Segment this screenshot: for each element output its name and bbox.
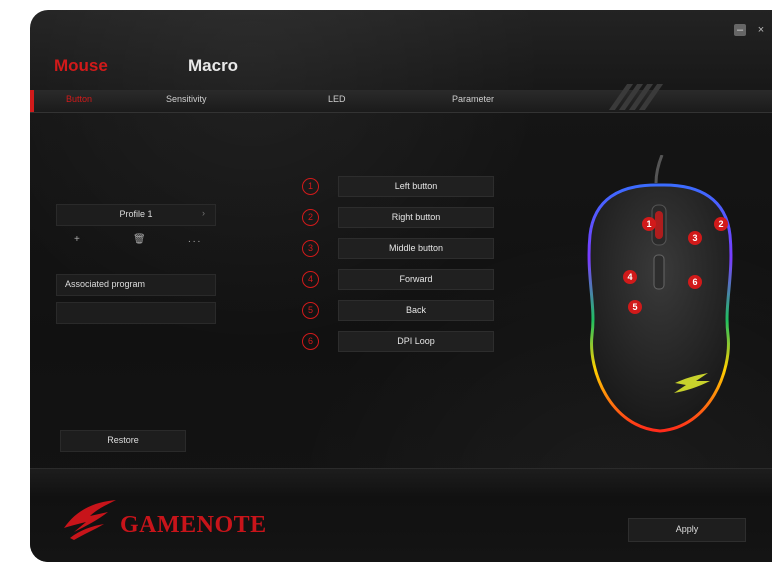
- subtab-led[interactable]: LED: [328, 94, 346, 104]
- delete-icon[interactable]: 🗑: [133, 234, 146, 245]
- mouse-icon: [587, 154, 733, 433]
- more-options-button[interactable]: ...: [188, 234, 202, 245]
- tab-mouse[interactable]: Mouse: [54, 56, 108, 76]
- button-number-6: 6: [302, 333, 319, 350]
- subtab-bar: Button Sensitivity LED Parameter: [30, 90, 772, 113]
- mouse-badge-6: 6: [688, 275, 702, 289]
- associated-program-button[interactable]: Associated program: [56, 274, 216, 296]
- tab-macro[interactable]: Macro: [188, 56, 238, 76]
- button-number-1: 1: [302, 178, 319, 195]
- associated-program-label: Associated program: [65, 279, 146, 289]
- subtab-sensitivity[interactable]: Sensitivity: [166, 94, 207, 104]
- button-assign-4[interactable]: Forward: [338, 269, 494, 290]
- button-assign-3[interactable]: Middle button: [338, 238, 494, 259]
- button-assign-2[interactable]: Right button: [338, 207, 494, 228]
- profile-select[interactable]: Profile 1 ›: [56, 204, 216, 226]
- profile-name: Profile 1: [119, 209, 153, 219]
- button-assign-label: Right button: [391, 212, 441, 222]
- button-assign-label: DPI Loop: [397, 336, 435, 346]
- apply-label: Apply: [675, 524, 699, 534]
- subtab-parameter[interactable]: Parameter: [452, 94, 494, 104]
- close-button[interactable]: ×: [755, 24, 767, 36]
- active-subtab-indicator: [30, 90, 34, 112]
- mouse-illustration: 1 2 3 4 5 6: [570, 154, 750, 435]
- button-number-4: 4: [302, 271, 319, 288]
- button-number-3: 3: [302, 240, 319, 257]
- restore-button[interactable]: Restore: [60, 430, 186, 452]
- subtab-button[interactable]: Button: [66, 94, 92, 104]
- button-assign-label: Middle button: [388, 243, 444, 253]
- associated-program-field[interactable]: [56, 302, 216, 324]
- restore-label: Restore: [107, 435, 139, 445]
- chevron-right-icon: ›: [202, 208, 205, 218]
- mouse-badge-2: 2: [714, 217, 728, 231]
- button-number-2: 2: [302, 209, 319, 226]
- button-assign-label: Back: [405, 305, 426, 315]
- button-assign-label: Left button: [394, 181, 438, 191]
- button-assign-1[interactable]: Left button: [338, 176, 494, 197]
- brand-name: GAMENOTE: [120, 512, 267, 538]
- button-assign-5[interactable]: Back: [338, 300, 494, 321]
- gamenote-logo-icon: [64, 500, 116, 540]
- button-assign-label: Forward: [399, 274, 433, 284]
- mouse-badge-4: 4: [623, 270, 637, 284]
- button-assign-6[interactable]: DPI Loop: [338, 331, 494, 352]
- button-number-5: 5: [302, 302, 319, 319]
- add-profile-button[interactable]: +: [74, 234, 80, 245]
- mouse-badge-5: 5: [628, 300, 642, 314]
- minimize-button[interactable]: –: [734, 24, 746, 36]
- mouse-badge-1: 1: [642, 217, 656, 231]
- mouse-badge-3: 3: [688, 231, 702, 245]
- app-window: – × Mouse Macro Button Sensitivity LED P…: [30, 10, 772, 562]
- apply-button[interactable]: Apply: [628, 518, 746, 542]
